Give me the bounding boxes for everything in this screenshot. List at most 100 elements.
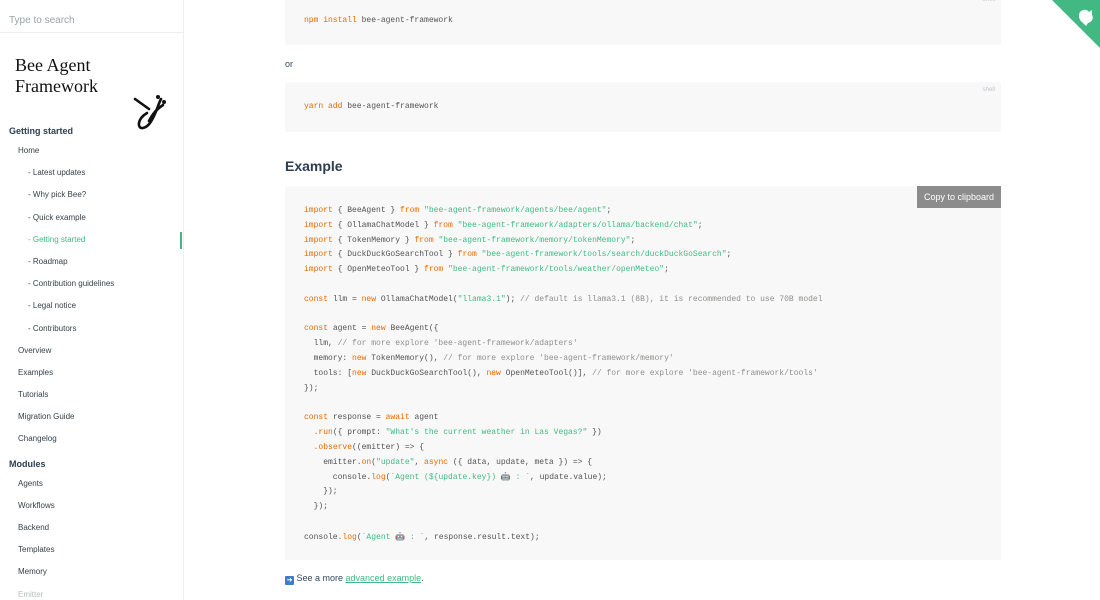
code-line: console.log(`Agent 🤖 : `, response.resul… — [304, 532, 540, 542]
code-token: new — [352, 354, 367, 363]
nav-section-getting-started[interactable]: Getting started — [0, 118, 183, 140]
code-token: from — [400, 206, 420, 215]
code-token: from — [457, 250, 477, 260]
shell-tag: shell — [982, 87, 995, 93]
search-input[interactable] — [9, 15, 174, 26]
sidebar-item-migration-guide[interactable]: Migration Guide — [0, 406, 183, 428]
code-line: memory: new TokenMemory(), // for more e… — [304, 354, 674, 363]
code-token: "bee-agent-framework/memory/tokenMemory" — [438, 235, 631, 245]
arrow-right-icon: ➜ — [285, 576, 294, 585]
sidebar-subitem-legal-notice[interactable]: - Legal notice — [0, 295, 183, 317]
npm-install-code: npm install bee-agent-framework — [304, 16, 453, 25]
sidebar-item-templates[interactable]: Templates — [0, 539, 183, 561]
code-token: llm, — [304, 339, 338, 349]
yarn-install-block: shell yarn add bee-agent-framework — [285, 82, 1001, 132]
code-line: }); — [304, 487, 337, 496]
code-token: console. — [304, 532, 343, 542]
sidebar-subitem-latest-updates[interactable]: - Latest updates — [0, 162, 183, 184]
code-token: .run — [313, 428, 333, 437]
main-content: shell npm install bee-agent-framework or… — [185, 0, 1100, 600]
sidebar-item-examples[interactable]: Examples — [0, 362, 183, 384]
sidebar-item-changelog[interactable]: Changelog — [0, 428, 183, 450]
sidebar-subitem-roadmap[interactable]: - Roadmap — [0, 251, 183, 273]
code-token: agent — [409, 413, 439, 423]
sidebar-item-memory[interactable]: Memory — [0, 561, 183, 583]
nav-section-modules[interactable]: Modules — [0, 451, 183, 473]
npm-install-block: shell npm install bee-agent-framework — [285, 0, 1001, 45]
advanced-example-link[interactable]: advanced example — [346, 573, 422, 583]
sidebar-item-emitter[interactable]: Emitter — [0, 584, 183, 600]
code-token: { BeeAgent } — [332, 206, 401, 215]
copy-to-clipboard-button[interactable]: Copy to clipboard — [916, 186, 1001, 208]
code-line: import { TokenMemory } from "bee-agent-f… — [304, 236, 635, 245]
sidebar-subitem-quick-example[interactable]: - Quick example — [0, 207, 183, 229]
code-token: "bee-agent-framework/agents/bee/agent" — [424, 206, 607, 215]
code-token: , — [414, 457, 425, 467]
code-token: }); — [304, 502, 329, 511]
sidebar-item-workflows[interactable]: Workflows — [0, 495, 183, 517]
code-token: }); — [304, 383, 319, 393]
code-token: // default is llama3.1 (8B), it is recom… — [520, 294, 823, 304]
code-line: tools: [new DuckDuckGoSearchTool(), new … — [304, 369, 818, 378]
github-corner-icon[interactable] — [1052, 0, 1100, 48]
code-token: const — [304, 413, 329, 423]
code-token: ({ prompt: — [332, 428, 386, 437]
code-token: `Agent 🤖 : ` — [361, 532, 425, 542]
code-token: ); — [505, 294, 521, 304]
code-token: BeeAgent({ — [385, 324, 439, 334]
sidebar-item-backend[interactable]: Backend — [0, 517, 183, 539]
code-token: "What's the current weather in Las Vegas… — [385, 428, 588, 437]
code-token: "bee-agent-framework/adapters/ollama/bac… — [457, 220, 698, 230]
code-line: }); — [304, 384, 318, 393]
code-token: async — [424, 457, 449, 467]
example-code-block: Copy to clipboard import { BeeAgent } fr… — [285, 186, 1001, 560]
code-token: ; — [606, 206, 612, 215]
code-token: const — [304, 294, 329, 304]
code-token: , update.value); — [530, 473, 607, 483]
code-package: bee-agent-framework — [342, 102, 439, 111]
sidebar-subitem-contributors[interactable]: - Contributors — [0, 318, 183, 340]
sidebar-nav: Getting started Home - Latest updates - Why… — [0, 118, 183, 600]
or-text: or — [285, 59, 294, 69]
sidebar-item-overview[interactable]: Overview — [0, 340, 183, 362]
yarn-install-code: yarn add bee-agent-framework — [304, 102, 438, 111]
code-token: const — [304, 324, 329, 334]
code-token: // for more explore 'bee-agent-framework… — [337, 339, 578, 349]
code-token: { OpenMeteoTool } — [332, 265, 425, 275]
code-token: from — [424, 265, 444, 275]
code-token: "bee-agent-framework/tools/weather/openM… — [448, 265, 665, 275]
code-token: new — [371, 324, 386, 334]
code-token: from — [414, 235, 434, 245]
code-token: new — [352, 368, 367, 378]
code-token: memory: — [304, 354, 353, 363]
code-token: response = — [328, 413, 386, 423]
code-line: }); — [304, 502, 328, 511]
code-line: import { BeeAgent } from "bee-agent-fram… — [304, 206, 611, 215]
sidebar-subitem-contribution-guidelines[interactable]: - Contribution guidelines — [0, 273, 183, 295]
code-token: // for more explore 'bee-agent-framework… — [592, 368, 818, 378]
code-token: .observe — [313, 442, 353, 452]
code-line: const llm = new OllamaChatModel("llama3.… — [304, 295, 823, 304]
code-token: await — [385, 413, 410, 423]
sidebar-item-home[interactable]: Home — [0, 140, 183, 162]
code-token: { TokenMemory } — [332, 235, 415, 245]
code-token: OpenMeteoTool()], — [500, 368, 593, 378]
code-command: yarn add — [304, 102, 343, 111]
code-token: // for more explore 'bee-agent-framework… — [443, 354, 674, 363]
code-line: const agent = new BeeAgent({ — [304, 324, 438, 333]
code-token: log — [371, 473, 386, 483]
sidebar-item-tutorials[interactable]: Tutorials — [0, 384, 183, 406]
sidebar-subitem-getting-started[interactable]: - Getting started — [0, 229, 183, 251]
code-token: }) — [587, 428, 602, 437]
sidebar-item-agents[interactable]: Agents — [0, 473, 183, 495]
code-line: emitter.on("update", async ({ data, upda… — [304, 458, 592, 467]
note-suffix: . — [421, 573, 424, 583]
brand-title[interactable]: Bee Agent Framework — [15, 55, 125, 97]
code-token: emitter. — [304, 457, 362, 467]
advanced-example-note: ➜ See a more advanced example. — [285, 573, 424, 585]
note-prefix: See a more — [294, 573, 346, 583]
code-package: bee-agent-framework — [356, 16, 453, 25]
code-token: import — [304, 265, 333, 275]
sidebar-subitem-why-pick-bee[interactable]: - Why pick Bee? — [0, 184, 183, 206]
